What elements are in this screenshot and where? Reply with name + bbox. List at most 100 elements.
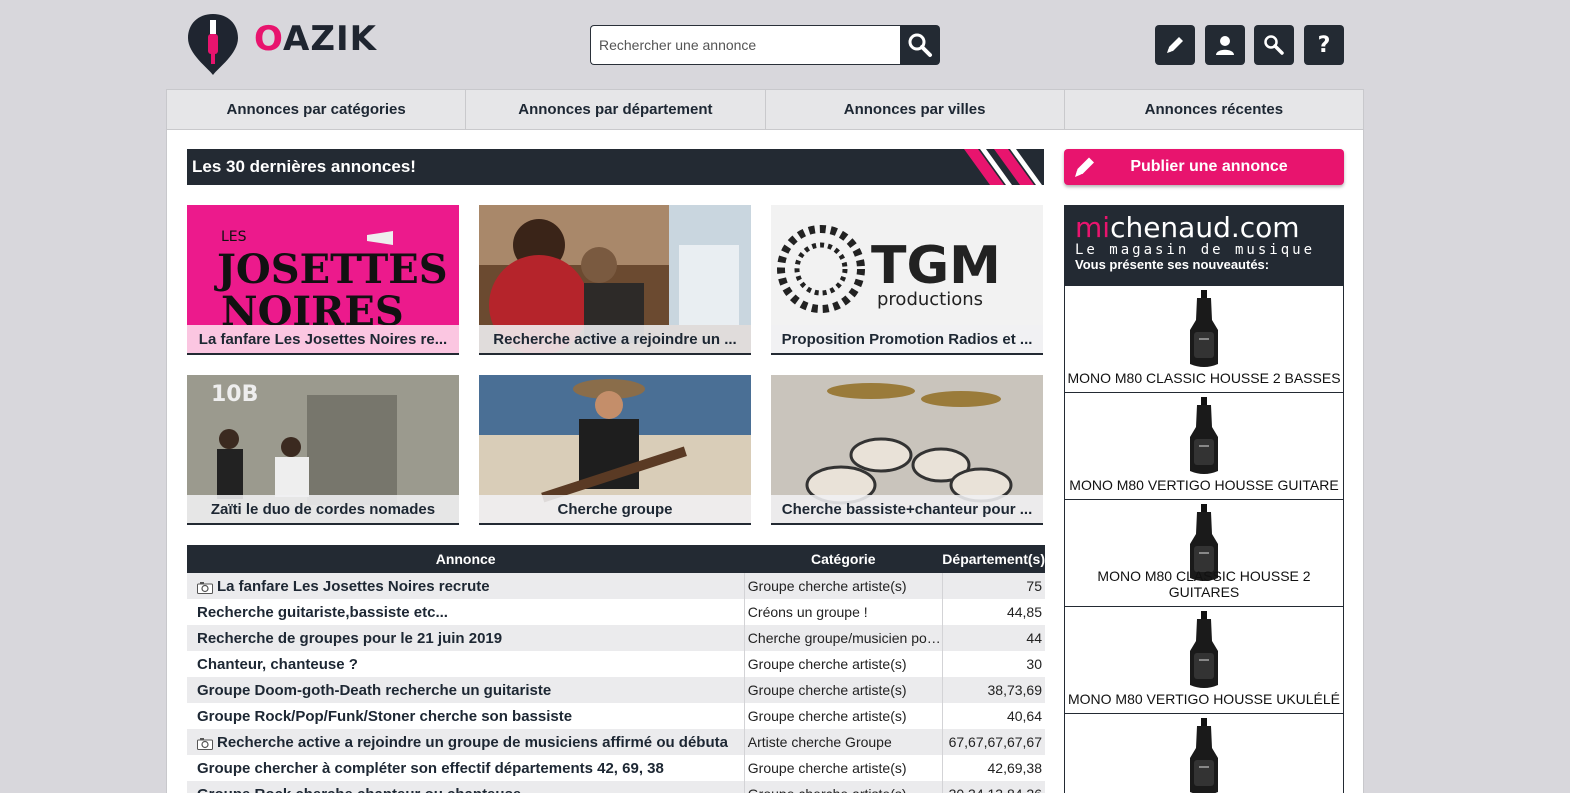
product-name: MONO M80 CLASSIC HOUSSE 2 GUITARES [1097, 568, 1311, 600]
ad-title-link[interactable]: Groupe Doom-goth-Death recherche un guit… [197, 682, 551, 699]
table-row[interactable]: Groupe chercher à compléter son effectif… [187, 755, 1045, 781]
partner-tagline: Le magasin de musique [1075, 242, 1316, 258]
gig-bag-image [1190, 611, 1218, 688]
ad-title-link[interactable]: Recherche de groupes pour le 21 juin 201… [197, 630, 502, 647]
featured-ad-card[interactable]: LES JOSETTES NOIRES La fanfare Les Joset… [187, 205, 459, 355]
search-icon [908, 33, 932, 57]
decorative-stripes [964, 149, 1042, 185]
ad-title-link[interactable]: La fanfare Les Josettes Noires recrute [217, 578, 490, 595]
section-title: Les 30 dernières annonces! [187, 149, 1044, 185]
pencil-icon [1167, 37, 1183, 53]
ad-title-link[interactable]: Groupe Rock/Pop/Funk/Stoner cherche son … [197, 708, 572, 725]
column-header-departements[interactable]: Département(s) [942, 545, 1045, 573]
column-header-annonce[interactable]: Annonce [187, 545, 745, 573]
gig-bag-image [1190, 290, 1218, 367]
featured-ad-card[interactable]: Cherche bassiste+chanteur pour ... [771, 375, 1043, 525]
site-logo[interactable]: OAZIK [186, 12, 377, 76]
partner-product[interactable]: MONO M80 VERTIGO HOUSSE GUITARE [1065, 393, 1343, 500]
ad-title-link[interactable]: Groupe Rock cherche chanteur ou chanteus… [197, 786, 521, 793]
table-row[interactable]: Groupe Rock/Pop/Funk/Stoner cherche son … [187, 703, 1045, 729]
ad-departments-cell: 30,34,13,84,26 [941, 781, 1045, 793]
table-row[interactable]: Groupe Rock cherche chanteur ou chanteus… [187, 781, 1045, 793]
table-row[interactable]: Chanteur, chanteuse ? Groupe cherche arti… [187, 651, 1045, 677]
table-row[interactable]: Recherche active a rejoindre un groupe d… [187, 729, 1045, 755]
partner-product[interactable]: MONO M80 VERTIGO HOUSSE UKULÉLÉ [1065, 607, 1343, 714]
partner-logo: michenaud.com [1075, 211, 1300, 244]
ad-caption: Cherche groupe [479, 495, 751, 523]
help-icon: ? [1317, 32, 1331, 58]
featured-ad-card[interactable]: Cherche groupe [479, 375, 751, 525]
gig-bag-image [1190, 718, 1218, 793]
table-row[interactable]: Recherche de groupes pour le 21 juin 201… [187, 625, 1045, 651]
svg-text:JOSETTES: JOSETTES [214, 246, 448, 293]
ad-category-cell: Groupe cherche artiste(s) [743, 755, 943, 781]
ad-departments-cell: 44,85 [941, 599, 1045, 625]
ad-title-cell[interactable]: Groupe Rock/Pop/Funk/Stoner cherche son … [187, 703, 745, 729]
ad-caption: Cherche bassiste+chanteur pour ... [771, 495, 1043, 523]
product-name: MONO M80 CLASSIC HOUSSE 2 BASSES [1067, 370, 1341, 386]
partner-product[interactable] [1065, 714, 1343, 793]
nav-categories[interactable]: Annonces par catégories [167, 90, 467, 129]
table-row[interactable]: Groupe Doom-goth-Death recherche un guit… [187, 677, 1045, 703]
ad-title-link[interactable]: Chanteur, chanteuse ? [197, 656, 358, 673]
camera-icon [197, 737, 213, 750]
ad-category-cell: Groupe cherche artiste(s) [743, 651, 943, 677]
column-header-categorie[interactable]: Catégorie [744, 545, 943, 573]
search-button[interactable] [900, 25, 940, 65]
ad-title-cell[interactable]: La fanfare Les Josettes Noires recrute [187, 573, 745, 599]
nav-cities[interactable]: Annonces par villes [766, 90, 1065, 129]
nav-departments[interactable]: Annonces par département [466, 90, 766, 129]
ad-category-cell: Groupe cherche artiste(s) [743, 573, 943, 599]
publish-ad-button[interactable]: Publier une annonce [1064, 149, 1344, 185]
ad-category-cell: Cherche groupe/musicien pour … [743, 625, 943, 651]
logo-wordmark: OAZIK [254, 19, 377, 59]
table-row[interactable]: Recherche guitariste,bassiste etc... Créo… [187, 599, 1045, 625]
ad-caption: Zaïti le duo de cordes nomades [187, 495, 459, 523]
ad-title-cell[interactable]: Groupe Doom-goth-Death recherche un guit… [187, 677, 745, 703]
ad-title-link[interactable]: Recherche active a rejoindre un groupe d… [217, 734, 728, 751]
publish-ad-label: Publier une annonce [1130, 158, 1288, 175]
product-name: MONO M80 VERTIGO HOUSSE UKULÉLÉ [1067, 691, 1341, 707]
table-row[interactable]: La fanfare Les Josettes Noires recrute Gr… [187, 573, 1045, 599]
table-header-row: Annonce Catégorie Département(s) [187, 545, 1045, 573]
ad-category-cell: Artiste cherche Groupe [743, 729, 943, 755]
nav-recent[interactable]: Annonces récentes [1065, 90, 1363, 129]
partner-product[interactable]: MONO M80 CLASSIC HOUSSE 2 GUITARES [1065, 500, 1343, 607]
ad-departments-cell: 42,69,38 [941, 755, 1045, 781]
ad-category-cell: Groupe cherche artiste(s) [743, 781, 943, 793]
partner-sidebar: michenaud.com Le magasin de musique Vous… [1064, 205, 1344, 793]
advanced-search-button[interactable] [1254, 25, 1294, 65]
ad-caption: Proposition Promotion Radios et ... [771, 325, 1043, 353]
ad-departments-cell: 67,67,67,67,67 [941, 729, 1045, 755]
account-button[interactable] [1205, 25, 1245, 65]
ad-category-cell: Créons un groupe ! [743, 599, 943, 625]
partner-banner[interactable]: michenaud.com Le magasin de musique Vous… [1065, 206, 1343, 286]
main-container: Annonces par catégories Annonces par dép… [166, 89, 1364, 793]
search-icon [1264, 35, 1284, 55]
ad-title-cell[interactable]: Groupe Rock cherche chanteur ou chanteus… [187, 781, 745, 793]
svg-text:productions: productions [877, 289, 983, 310]
svg-text:10B: 10B [211, 382, 258, 407]
help-button[interactable]: ? [1304, 25, 1344, 65]
search-bar [590, 25, 940, 65]
svg-text:LES: LES [221, 229, 247, 245]
ad-title-link[interactable]: Groupe chercher à compléter son effectif… [197, 760, 664, 777]
featured-ad-card[interactable]: 10B Zaïti le duo de cordes nomades [187, 375, 459, 525]
partner-product[interactable]: MONO M80 CLASSIC HOUSSE 2 BASSES [1065, 286, 1343, 393]
ad-title-cell[interactable]: Recherche de groupes pour le 21 juin 201… [187, 625, 745, 651]
ad-caption: Recherche active a rejoindre un ... [479, 325, 751, 353]
featured-ad-card[interactable]: TGM productions Proposition Promotion Ra… [771, 205, 1043, 355]
ad-category-cell: Groupe cherche artiste(s) [743, 703, 943, 729]
ad-departments-cell: 44 [941, 625, 1045, 651]
ad-title-link[interactable]: Recherche guitariste,bassiste etc... [197, 604, 448, 621]
ad-title-cell[interactable]: Recherche guitariste,bassiste etc... [187, 599, 745, 625]
ad-departments-cell: 75 [941, 573, 1045, 599]
post-ad-button[interactable] [1155, 25, 1195, 65]
ad-title-cell[interactable]: Chanteur, chanteuse ? [187, 651, 745, 677]
ad-title-cell[interactable]: Recherche active a rejoindre un groupe d… [187, 729, 745, 755]
search-input[interactable] [590, 25, 900, 65]
ad-title-cell[interactable]: Groupe chercher à compléter son effectif… [187, 755, 745, 781]
camera-icon [197, 581, 213, 594]
ad-category-cell: Groupe cherche artiste(s) [743, 677, 943, 703]
featured-ad-card[interactable]: Recherche active a rejoindre un ... [479, 205, 751, 355]
